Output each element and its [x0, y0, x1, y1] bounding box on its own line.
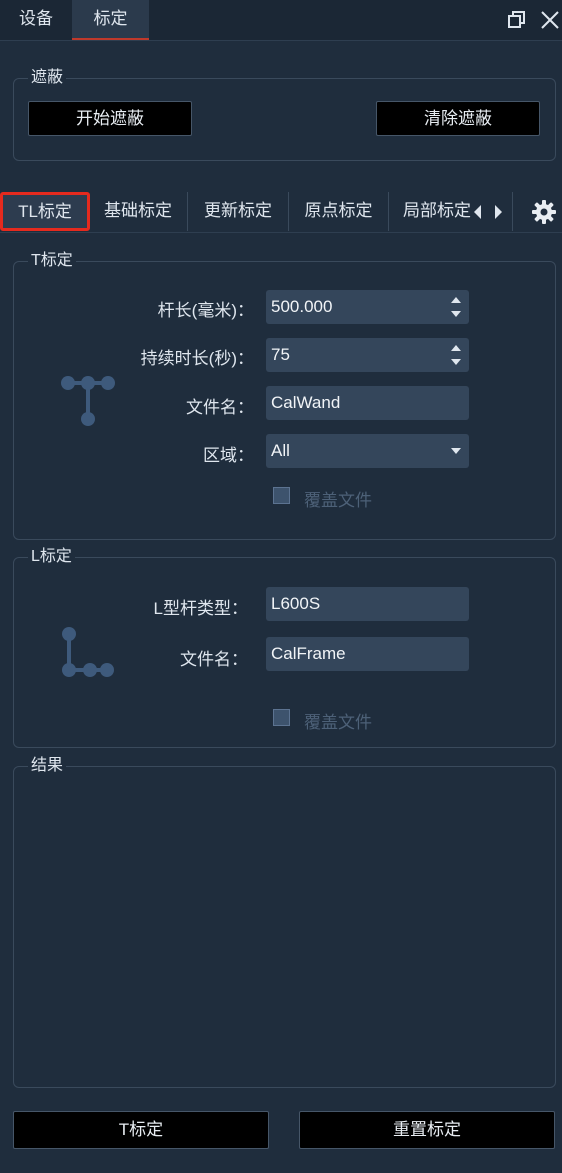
- l-calibration-title: L标定: [28, 548, 75, 566]
- spin-up-icon[interactable]: [451, 345, 461, 351]
- reset-calibration-button[interactable]: 重置标定: [299, 1111, 555, 1149]
- region-select[interactable]: All: [266, 434, 469, 468]
- l-rod-type-input[interactable]: L600S: [266, 587, 469, 621]
- rod-length-label: 杆长(毫米)：: [157, 301, 254, 320]
- scroll-right-icon[interactable]: [491, 202, 505, 222]
- result-group: 结果: [13, 757, 556, 1088]
- l-overwrite-checkbox[interactable]: [273, 709, 290, 726]
- duration-spinbox[interactable]: 75: [266, 338, 469, 372]
- top-tab-bar: 设备 标定: [0, 0, 562, 41]
- tab-basic-calibration[interactable]: 基础标定: [89, 192, 188, 231]
- rod-length-spinbox[interactable]: 500.000: [266, 290, 469, 324]
- t-overwrite-checkbox[interactable]: [273, 487, 290, 504]
- t-calibration-button[interactable]: T标定: [13, 1111, 269, 1149]
- spin-up-icon[interactable]: [451, 297, 461, 303]
- clear-mask-button[interactable]: 清除遮蔽: [376, 101, 540, 136]
- duration-label: 持续时长(秒)：: [140, 349, 254, 368]
- spin-down-icon[interactable]: [451, 359, 461, 365]
- start-mask-button[interactable]: 开始遮蔽: [28, 101, 192, 136]
- tab-local-calibration[interactable]: 局部标定: [389, 192, 475, 231]
- restore-icon[interactable]: [505, 8, 529, 32]
- gear-icon[interactable]: [531, 199, 557, 225]
- tab-origin-calibration[interactable]: 原点标定: [289, 192, 389, 231]
- sub-tab-divider: [512, 192, 513, 231]
- t-filename-input[interactable]: CalWand: [266, 386, 469, 420]
- result-title: 结果: [28, 757, 67, 775]
- chevron-down-icon: [451, 448, 461, 454]
- tab-update-calibration[interactable]: 更新标定: [188, 192, 289, 231]
- spin-down-icon[interactable]: [451, 311, 461, 317]
- tab-calibration[interactable]: 标定: [72, 0, 149, 40]
- t-overwrite-label: 覆盖文件: [304, 491, 372, 510]
- mask-group-title: 遮蔽: [28, 69, 67, 87]
- t-filename-label: 文件名：: [186, 398, 254, 417]
- t-calibration-title: T标定: [28, 252, 76, 270]
- tab-device[interactable]: 设备: [0, 0, 72, 40]
- close-icon[interactable]: [538, 8, 562, 32]
- scroll-left-icon[interactable]: [471, 202, 485, 222]
- calibration-sub-tabs: TL标定 基础标定 更新标定 原点标定 局部标定: [0, 192, 562, 233]
- tab-tl-calibration[interactable]: TL标定: [0, 192, 90, 231]
- duration-value: 75: [271, 345, 290, 364]
- region-label: 区域：: [203, 446, 254, 465]
- rod-length-value: 500.000: [271, 297, 333, 316]
- l-filename-input[interactable]: CalFrame: [266, 637, 469, 671]
- l-rod-type-label: L型杆类型：: [153, 599, 248, 618]
- l-overwrite-label: 覆盖文件: [304, 713, 372, 732]
- l-filename-label: 文件名：: [180, 650, 248, 669]
- region-value: All: [271, 441, 290, 460]
